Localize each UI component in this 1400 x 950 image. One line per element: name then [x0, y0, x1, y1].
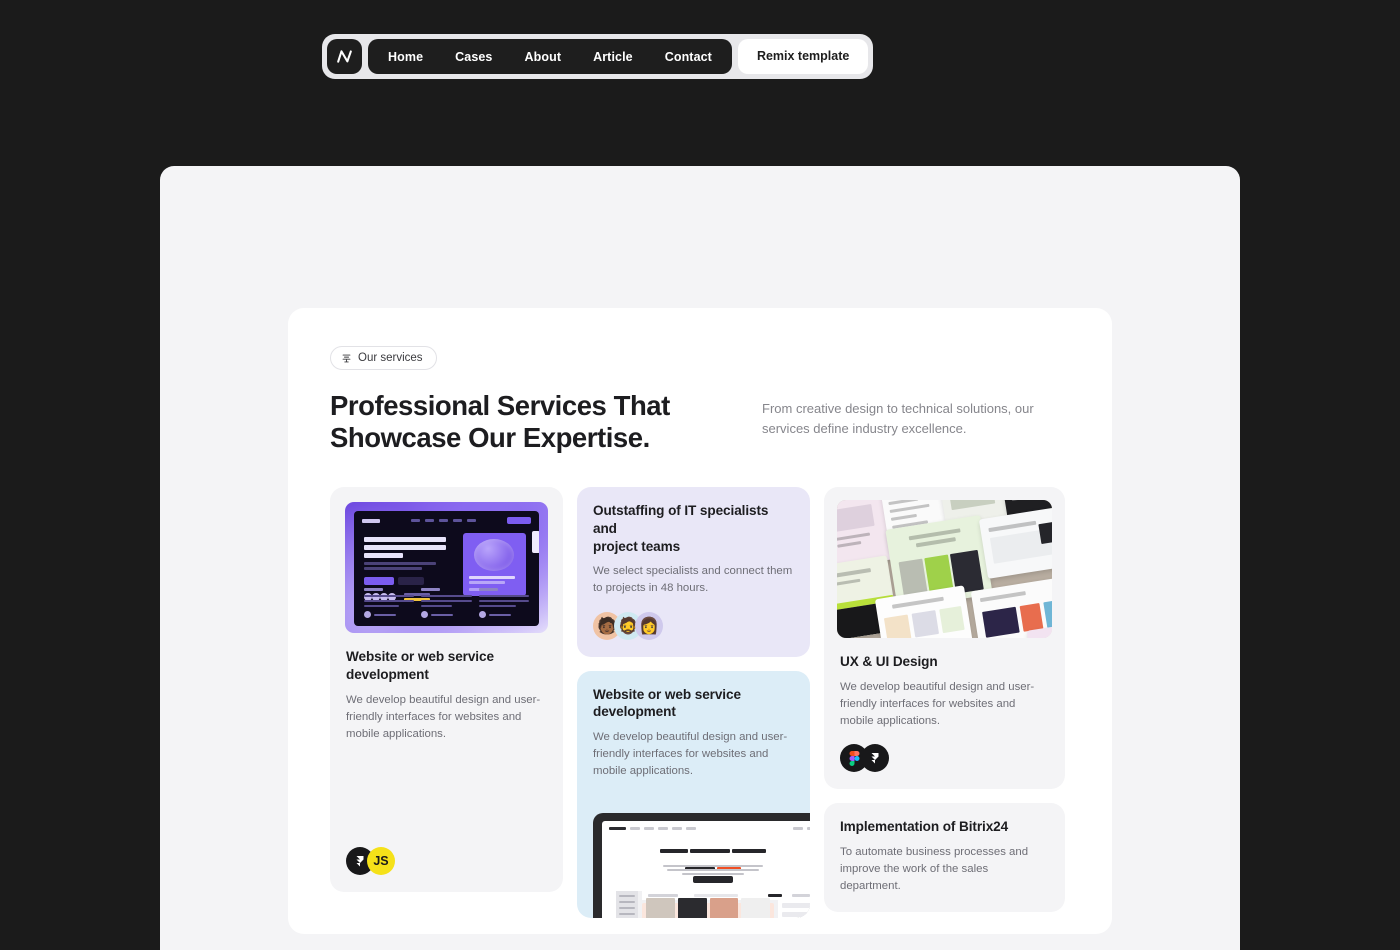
card-title: Website or web service development — [346, 648, 547, 683]
card-tech-icons: JS — [346, 847, 547, 876]
card-description: We select specialists and connect them t… — [593, 565, 793, 595]
card-description: To automate business processes and impro… — [840, 846, 1029, 893]
section-heading-row: Professional Services That Showcase Our … — [330, 390, 1070, 454]
card-description: We develop beautiful design and user-fri… — [840, 681, 1035, 728]
nav-links-pill: Home Cases About Article Contact — [368, 39, 732, 74]
card-title-line-2: development — [346, 667, 429, 683]
services-column-middle: Outstaffing of IT specialists and projec… — [577, 487, 810, 919]
card-title: Implementation of Bitrix24 — [840, 819, 1009, 835]
services-section-card: Our services Professional Services That … — [288, 308, 1112, 934]
card-ux-ui-design[interactable]: UX & UI Design We develop beautiful desi… — [824, 487, 1065, 790]
card-body: Implementation of Bitrix24 To automate b… — [824, 803, 1065, 912]
page-title-line-1: Professional Services That — [330, 390, 670, 421]
card-title-line-1: Outstaffing of IT specialists and — [593, 503, 769, 537]
nav-link-cases[interactable]: Cases — [439, 43, 508, 71]
js-icon: JS — [367, 847, 395, 876]
page-panel: Our services Professional Services That … — [160, 166, 1240, 950]
nav-link-home[interactable]: Home — [372, 43, 439, 71]
card-outstaffing[interactable]: Outstaffing of IT specialists and projec… — [577, 487, 810, 657]
card-title-line-2: development — [593, 704, 676, 720]
services-column-right: UX & UI Design We develop beautiful desi… — [824, 487, 1065, 913]
card-body: Website or web service development We de… — [330, 633, 563, 892]
section-subtitle: From creative design to technical soluti… — [762, 390, 1052, 454]
brand-logo-icon[interactable] — [327, 39, 362, 74]
nav-link-contact[interactable]: Contact — [649, 43, 728, 71]
framer-icon — [861, 744, 889, 773]
section-badge-label: Our services — [358, 352, 423, 364]
card-description: We develop beautiful design and user-fri… — [593, 730, 788, 778]
page-title-line-2: Showcase Our Expertise. — [330, 422, 650, 454]
remix-template-button[interactable]: Remix template — [737, 39, 869, 74]
card-description: We develop beautiful design and user-fri… — [346, 693, 541, 740]
card-title: Outstaffing of IT specialists and projec… — [593, 502, 794, 555]
card-body: Website or web service development We de… — [577, 671, 810, 798]
services-column-left: Website or web service development We de… — [330, 487, 563, 893]
card-media-ui-collage — [837, 500, 1052, 639]
card-bitrix24[interactable]: Implementation of Bitrix24 To automate b… — [824, 803, 1065, 913]
card-avatar-group: 🧑🏾 🧔 👩 — [593, 611, 794, 640]
card-title: Website or web service development — [593, 686, 794, 721]
section-subtitle-line-1: From creative design to technical soluti… — [762, 401, 1034, 416]
section-subtitle-line-2: services define industry excellence. — [762, 421, 967, 437]
card-website-development-middle[interactable]: Website or web service development We de… — [577, 670, 810, 919]
nav-link-article[interactable]: Article — [577, 43, 649, 71]
card-media-purple-landing — [345, 502, 548, 634]
card-title-line-2: project teams — [593, 538, 681, 554]
card-body: UX & UI Design We develop beautiful desi… — [824, 638, 1065, 789]
card-website-development-left[interactable]: Website or web service development We de… — [330, 487, 563, 893]
card-media-laptop-mockup — [593, 813, 810, 919]
card-tool-icons — [840, 744, 1049, 773]
card-title-line-1: Website or web service — [593, 686, 741, 702]
nav-link-about[interactable]: About — [508, 43, 577, 71]
card-title: UX & UI Design — [840, 654, 938, 670]
services-grid: Website or web service development We de… — [330, 487, 1070, 919]
screen-root: Home Cases About Article Contact Remix t… — [0, 0, 1400, 950]
avatar-face-hat-white: 👩 — [635, 611, 663, 640]
card-body: Outstaffing of IT specialists and projec… — [577, 487, 810, 656]
nav-shell: Home Cases About Article Contact Remix t… — [322, 34, 874, 79]
top-navigation: Home Cases About Article Contact Remix t… — [322, 34, 874, 79]
services-badge-icon — [341, 353, 352, 364]
page-title: Professional Services That Showcase Our … — [330, 390, 730, 454]
section-badge: Our services — [330, 346, 437, 370]
card-title-line-1: Website or web service — [346, 649, 494, 665]
